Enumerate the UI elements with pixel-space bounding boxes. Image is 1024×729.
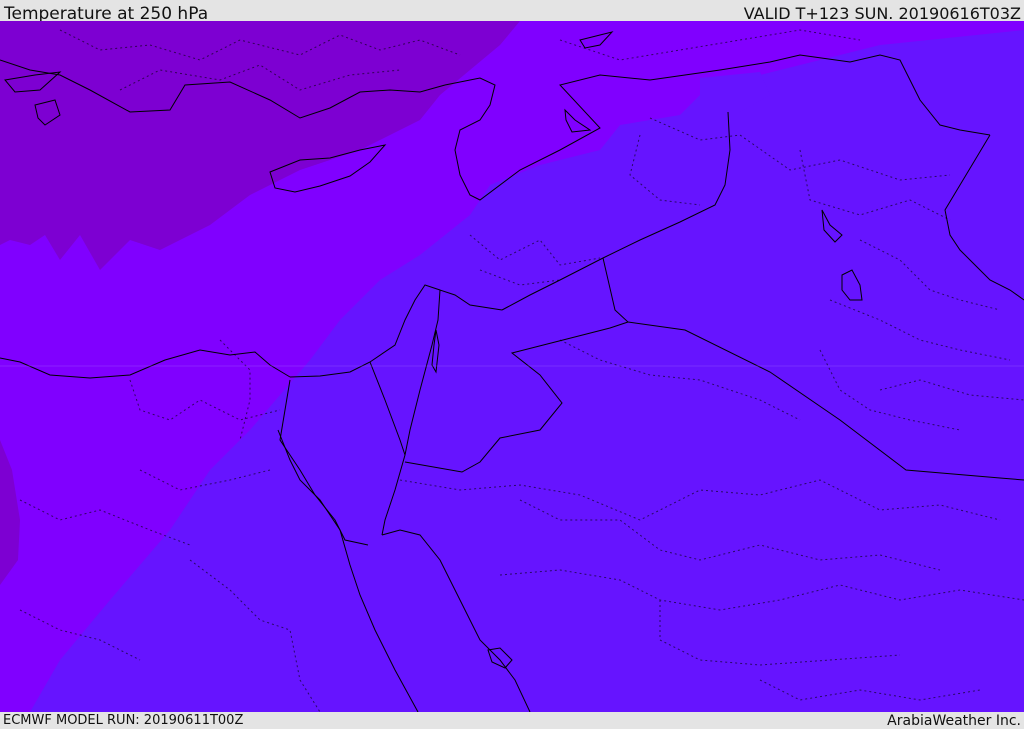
title-bar: Temperature at 250 hPa VALID T+123 SUN. …	[0, 0, 1024, 24]
weather-map	[0, 21, 1024, 712]
map-canvas	[0, 21, 1024, 712]
credit: ArabiaWeather Inc.	[887, 713, 1021, 729]
model-run: ECMWF MODEL RUN: 20190611T00Z	[3, 713, 244, 728]
footer-bar: ECMWF MODEL RUN: 20190611T00Z ArabiaWeat…	[0, 712, 1024, 729]
